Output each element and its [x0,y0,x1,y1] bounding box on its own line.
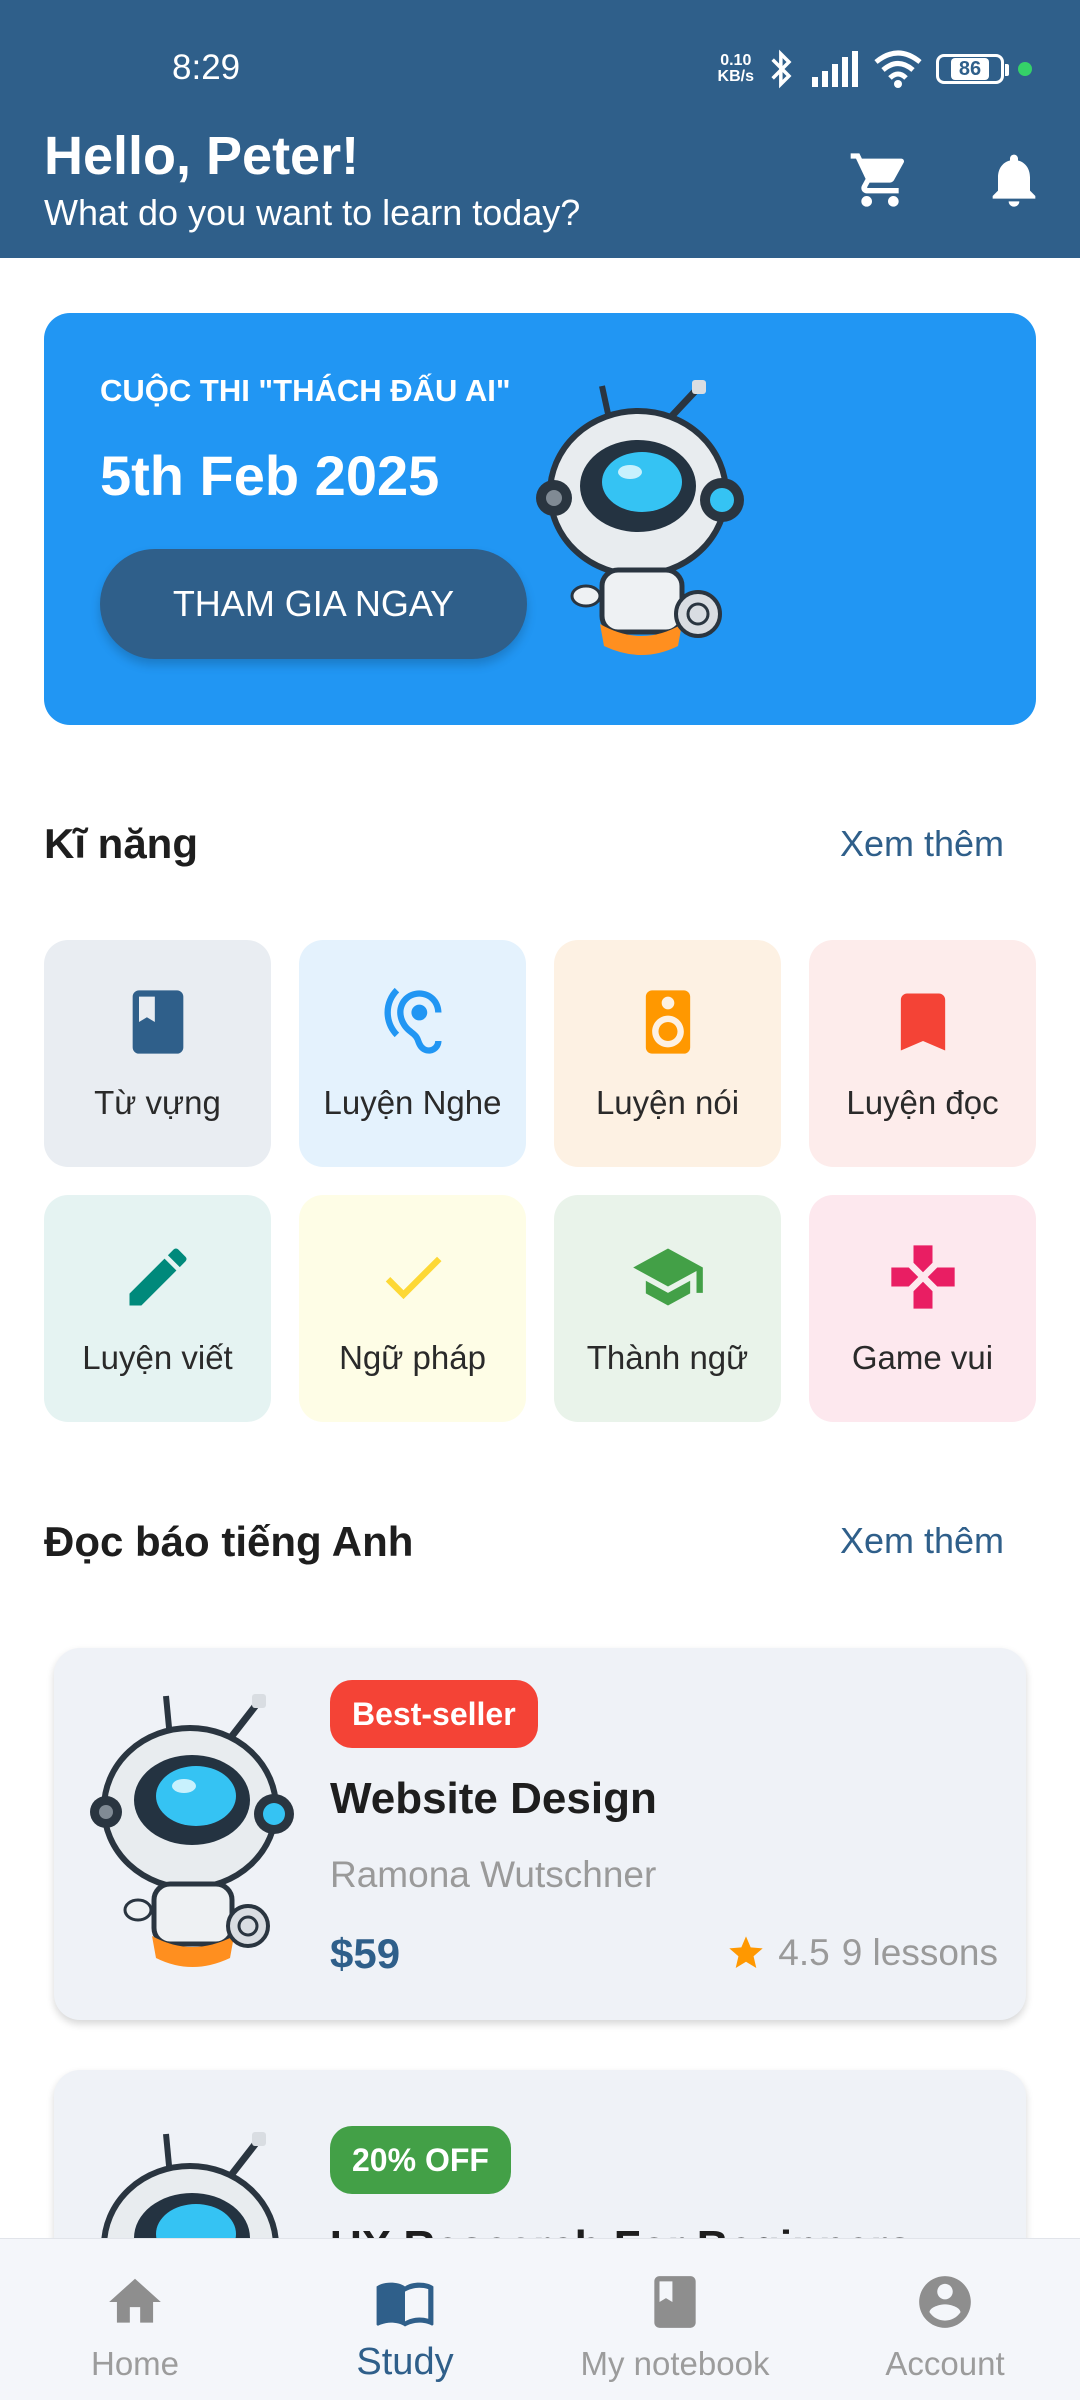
status-time: 8:29 [172,48,241,87]
pencil-icon [129,1248,187,1306]
best-seller-badge: Best-seller [330,1680,538,1748]
cart-icon[interactable] [848,148,912,212]
banner-subtitle: CUỘC THI "THÁCH ĐẤU AI" [100,373,511,408]
home-icon [109,2278,161,2323]
check-icon [385,1256,441,1300]
bookmark-icon [900,993,945,1051]
skills-see-more-link[interactable]: Xem thêm [840,823,1004,865]
course-price: $59 [330,1930,401,1977]
discount-badge: 20% OFF [330,2126,511,2194]
star-icon [729,1936,763,1968]
graduation-cap-icon [632,1248,703,1306]
nav-item-home[interactable]: Home [0,2239,270,2400]
nav-label: Study [356,2341,454,2383]
nav-label: Home [90,2345,180,2382]
skill-label: Luyện viết [82,1339,233,1376]
status-icons: 0.10 KB/s 86 [718,48,1032,90]
open-book-icon [376,2282,434,2327]
skill-tile-listening[interactable]: Luyện Nghe [299,940,526,1167]
skill-label: Luyện nói [595,1084,740,1121]
skill-label: Luyện Nghe [323,1084,502,1121]
course-card[interactable]: Best-seller Website Design Ramona Wutsch… [54,1648,1026,2020]
nav-label: My notebook [580,2345,770,2382]
skill-label: Từ vựng [94,1084,221,1121]
greeting: Hello, Peter! [44,126,360,186]
course-title: Website Design [330,1774,657,1823]
book-icon [132,990,183,1054]
skill-tile-writing[interactable]: Luyện viết [44,1195,271,1422]
net-speed: 0.10 KB/s [717,52,754,85]
course-lessons: 9 lessons [841,1932,998,1973]
nav-item-account[interactable]: Account [810,2239,1080,2400]
course-author: Ramona Wutschner [330,1854,657,1895]
skill-label: Thành ngữ [586,1339,749,1376]
nav-label: Account [885,2345,1005,2382]
skill-tile-idioms[interactable]: Thành ngữ [554,1195,781,1422]
ear-icon [384,987,441,1054]
wifi-icon [874,50,922,88]
bluetooth-icon [771,49,792,89]
skill-label: Ngữ pháp [339,1339,486,1376]
robot-mascot-image [536,380,744,655]
skill-tile-grammar[interactable]: Ngữ pháp [299,1195,526,1422]
course-rating: 4.5 [778,1932,830,1973]
banner-date: 5th Feb 2025 [100,444,440,507]
privacy-dot [1018,62,1032,76]
join-now-button[interactable]: THAM GIA NGAY [100,549,527,659]
bottom-navigation: Home Study My notebook Account [0,2238,1080,2400]
robot-mascot-image [90,1694,294,1967]
skill-label: Game vui [851,1339,994,1376]
app-header: 8:29 0.10 KB/s 86 Hello, Peter! What do … [0,0,1080,258]
notebook-icon [654,2276,696,2328]
account-circle-icon [919,2276,971,2328]
skill-tile-speaking[interactable]: Luyện nói [554,940,781,1167]
news-section-title: Đọc báo tiếng Anh [44,1518,414,1565]
skill-tile-reading[interactable]: Luyện đọc [809,940,1036,1167]
course-meta: 4.5 9 lessons [726,1932,998,1974]
status-bar: 8:29 0.10 KB/s 86 [0,0,1080,120]
nav-item-study[interactable]: Study [270,2239,540,2400]
skill-label: Luyện đọc [846,1084,999,1121]
gamepad-icon [890,1245,955,1309]
battery-indicator: 86 [936,54,1009,84]
signal-icon [812,51,858,87]
nav-item-notebook[interactable]: My notebook [540,2239,810,2400]
skill-tile-games[interactable]: Game vui [809,1195,1036,1422]
contest-banner[interactable]: CUỘC THI "THÁCH ĐẤU AI" 5th Feb 2025 THA… [44,313,1036,725]
speaker-icon [645,990,690,1054]
skills-section-title: Kĩ năng [44,820,198,867]
skill-tile-vocabulary[interactable]: Từ vựng [44,940,271,1167]
bell-icon[interactable] [982,148,1046,212]
greeting-subtitle: What do you want to learn today? [44,192,581,233]
news-see-more-link[interactable]: Xem thêm [840,1520,1004,1562]
